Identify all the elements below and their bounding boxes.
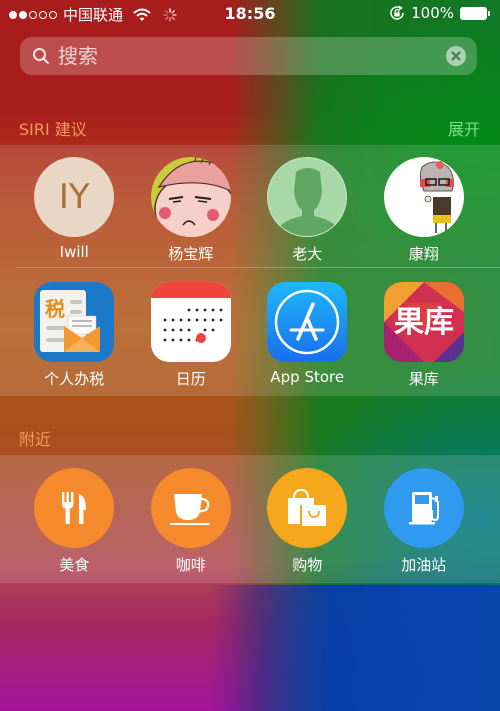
coffee-cup-icon bbox=[169, 494, 210, 525]
calendar-day-dot bbox=[187, 318, 191, 322]
calendar-day-dot bbox=[179, 338, 183, 342]
nearby-coffee-circle bbox=[150, 468, 231, 548]
cartoon-girl-avatar-icon bbox=[419, 161, 454, 233]
siri-suggestions-title: SIRI 建议 bbox=[19, 120, 87, 139]
tax-glyph: 税 bbox=[45, 297, 65, 321]
calendar-day-dot bbox=[163, 328, 167, 332]
nearby-label: 购物 bbox=[292, 556, 323, 574]
app-guoku[interactable]: 果库 果库 bbox=[366, 282, 483, 389]
nearby-title: 附近 bbox=[19, 430, 52, 449]
nearby-gas-circle bbox=[383, 468, 464, 548]
nearby-label: 咖啡 bbox=[175, 556, 206, 574]
person-silhouette-icon bbox=[276, 168, 341, 236]
calendar-day-dot bbox=[195, 318, 199, 322]
calendar-day-dot bbox=[203, 308, 207, 312]
gas-pump-icon bbox=[408, 492, 439, 525]
rotation-lock-icon bbox=[390, 5, 404, 20]
contact-name: 老大 bbox=[292, 245, 323, 263]
calendar-day-dot bbox=[171, 338, 175, 342]
calendar-day-dot bbox=[187, 328, 191, 332]
search-icon bbox=[33, 48, 49, 64]
calendar-day-dot bbox=[211, 308, 215, 312]
avatar bbox=[150, 157, 231, 237]
calendar-app-icon bbox=[150, 282, 231, 362]
nearby-row: 美食 咖啡 购物 加油站 bbox=[0, 468, 500, 575]
nearby-gas-station[interactable]: 加油站 bbox=[366, 468, 483, 575]
calendar-day-dot bbox=[211, 318, 215, 322]
battery-icon bbox=[460, 6, 490, 20]
calendar-day-dot bbox=[187, 338, 191, 342]
shopping-bag-icon bbox=[288, 488, 327, 527]
app-geren-banshui[interactable]: 税 个人办税 bbox=[16, 282, 133, 389]
siri-suggestions-header: SIRI 建议 展开 bbox=[0, 116, 500, 140]
avatar: IY bbox=[34, 157, 115, 237]
contact-name: 杨宝辉 bbox=[168, 245, 214, 263]
nearby-label: 美食 bbox=[59, 556, 90, 574]
calendar-day-dot bbox=[219, 318, 223, 322]
app-name: App Store bbox=[270, 368, 345, 386]
app-name: 个人办税 bbox=[44, 370, 105, 388]
tax-app-icon: 税 bbox=[34, 282, 115, 362]
nearby-food-circle bbox=[34, 468, 115, 548]
fork-knife-icon bbox=[62, 492, 87, 524]
clear-icon bbox=[451, 51, 461, 61]
contact-iwill[interactable]: IY Iwill bbox=[16, 157, 133, 264]
calendar-day-dot bbox=[171, 328, 175, 332]
app-name: 果库 bbox=[408, 370, 439, 388]
calendar-day-dot bbox=[179, 318, 183, 322]
avatar-initials: IY bbox=[58, 177, 90, 217]
contact-kangxiang[interactable]: 康翔 bbox=[366, 157, 483, 264]
app-store-icon bbox=[267, 282, 348, 362]
nearby-food[interactable]: 美食 bbox=[16, 468, 133, 575]
contact-name: Iwill bbox=[59, 243, 89, 261]
apps-row: 税 个人办税 日历 App Store 果库 果库 bbox=[0, 282, 500, 389]
calendar-day-dot bbox=[187, 308, 191, 312]
clear-search-button[interactable] bbox=[446, 46, 466, 66]
avatar bbox=[267, 157, 348, 237]
calendar-day-dot bbox=[163, 338, 167, 342]
app-app-store[interactable]: App Store bbox=[249, 282, 366, 389]
cartoon-face-avatar-icon bbox=[150, 157, 231, 237]
nearby-label: 加油站 bbox=[401, 556, 447, 574]
nearby-shopping[interactable]: 购物 bbox=[249, 468, 366, 575]
wallpaper-background-lower bbox=[0, 585, 500, 711]
battery-percent: 100% bbox=[411, 4, 454, 22]
guoku-glyph: 果库 bbox=[394, 305, 454, 340]
status-bar: 中国联通 18:56 100% bbox=[0, 0, 500, 28]
calendar-day-dot bbox=[219, 308, 223, 312]
contact-laoda[interactable]: 老大 bbox=[249, 157, 366, 264]
nearby-coffee[interactable]: 咖啡 bbox=[133, 468, 250, 575]
app-calendar[interactable]: 日历 bbox=[133, 282, 250, 389]
calendar-day-dot bbox=[195, 308, 199, 312]
calendar-day-dot bbox=[211, 328, 215, 332]
expand-button[interactable]: 展开 bbox=[448, 116, 480, 140]
contact-yang-baohui[interactable]: 杨宝辉 bbox=[133, 157, 250, 264]
row-divider bbox=[16, 267, 500, 268]
app-name: 日历 bbox=[175, 370, 206, 388]
contact-name: 康翔 bbox=[408, 245, 439, 263]
calendar-day-dot bbox=[203, 318, 207, 322]
calendar-day-dot bbox=[171, 318, 175, 322]
calendar-day-dot bbox=[163, 318, 167, 322]
nearby-header: 附近 bbox=[0, 426, 500, 450]
nearby-panel: 美食 咖啡 购物 加油站 bbox=[0, 455, 500, 583]
calendar-day-dot bbox=[179, 328, 183, 332]
search-bar[interactable] bbox=[20, 37, 477, 75]
nearby-shopping-circle bbox=[267, 468, 348, 548]
avatar bbox=[383, 157, 464, 237]
search-input[interactable] bbox=[58, 44, 446, 68]
calendar-day-dot bbox=[203, 328, 207, 332]
contacts-row: IY Iwill 杨宝辉 老大 康翔 bbox=[0, 157, 500, 264]
siri-suggestions-panel: IY Iwill 杨宝辉 老大 康翔 税 个人办税 日历 App Store 果… bbox=[0, 145, 500, 396]
guoku-app-icon: 果库 bbox=[383, 282, 464, 362]
